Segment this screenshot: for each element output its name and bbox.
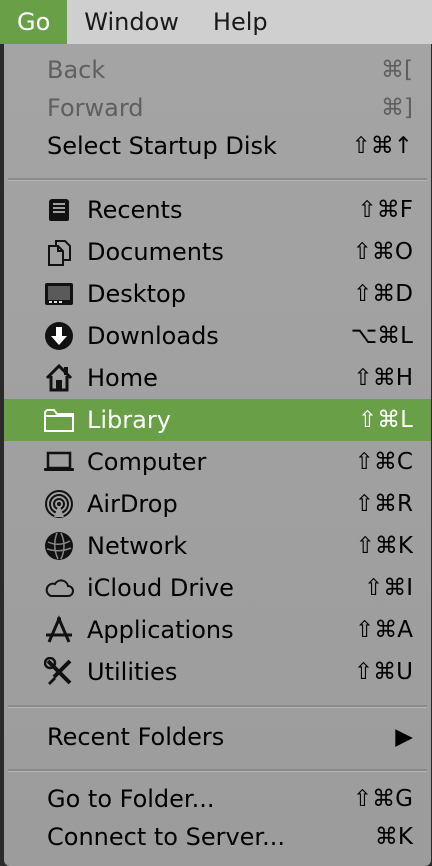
menu-item-label: iCloud Drive: [87, 574, 234, 602]
menubar-help[interactable]: Help: [196, 0, 285, 44]
menu-item-documents[interactable]: Documents ⇧⌘O: [4, 231, 431, 273]
menu-item-back[interactable]: Back ⌘[: [4, 49, 431, 91]
applications-icon: [42, 614, 76, 646]
menu-item-shortcut: ⇧⌘↑: [351, 133, 413, 159]
menubar-go[interactable]: Go: [0, 0, 68, 44]
menu-item-shortcut: ⇧⌘H: [353, 365, 413, 391]
computer-icon: [42, 446, 76, 478]
menu-item-icloud-drive[interactable]: iCloud Drive ⇧⌘I: [4, 567, 431, 609]
menu-item-label: Desktop: [87, 280, 186, 308]
menu-bar: Go Window Help: [0, 0, 432, 44]
menu-item-label: AirDrop: [87, 490, 178, 518]
menu-item-label: Recent Folders: [47, 723, 225, 751]
network-icon: [42, 530, 76, 562]
menu-item-shortcut: ⌥⌘L: [350, 323, 413, 349]
menu-item-shortcut: ⇧⌘O: [352, 239, 413, 265]
menu-item-shortcut: ⇧⌘A: [354, 617, 413, 643]
menubar-window[interactable]: Window: [67, 0, 196, 44]
menu-item-downloads[interactable]: Downloads ⌥⌘L: [4, 315, 431, 357]
menu-item-applications[interactable]: Applications ⇧⌘A: [4, 609, 431, 651]
menu-item-utilities[interactable]: Utilities ⇧⌘U: [4, 651, 431, 693]
menu-item-recents[interactable]: Recents ⇧⌘F: [4, 189, 431, 231]
utilities-icon: [42, 656, 76, 688]
menu-item-label: Back: [47, 56, 106, 84]
menu-item-shortcut: ⇧⌘F: [357, 197, 413, 223]
folder-icon: [42, 404, 76, 436]
menu-item-shortcut: ⌘]: [381, 95, 413, 121]
desktop-icon: [42, 278, 76, 310]
menu-item-label: Utilities: [87, 658, 178, 686]
menu-item-shortcut: ⇧⌘R: [354, 491, 413, 517]
menu-separator: [8, 769, 427, 772]
menu-item-label: Recents: [87, 196, 183, 224]
cloud-icon: [42, 572, 76, 604]
menu-item-forward[interactable]: Forward ⌘]: [4, 87, 431, 129]
menu-item-label: Downloads: [87, 322, 219, 350]
menu-item-shortcut: ⇧⌘U: [353, 659, 413, 685]
go-menu: Back ⌘[ Forward ⌘] Select Startup Disk ⇧…: [4, 44, 431, 866]
menu-item-label: Go to Folder...: [47, 785, 215, 813]
menu-item-shortcut: ⇧⌘K: [355, 533, 413, 559]
menu-item-shortcut: ⇧⌘D: [353, 281, 413, 307]
menu-item-select-startup-disk[interactable]: Select Startup Disk ⇧⌘↑: [4, 125, 431, 167]
airdrop-icon: [42, 488, 76, 520]
menu-item-shortcut: ⇧⌘G: [352, 786, 413, 812]
menu-item-home[interactable]: Home ⇧⌘H: [4, 357, 431, 399]
menu-item-shortcut: ⇧⌘L: [357, 407, 413, 433]
menu-item-label: Documents: [87, 238, 224, 266]
documents-icon: [42, 236, 76, 268]
menu-item-connect-to-server[interactable]: Connect to Server... ⌘K: [4, 816, 431, 858]
menu-item-label: Applications: [87, 616, 234, 644]
menu-item-label: Network: [87, 532, 188, 560]
menu-item-label: Select Startup Disk: [47, 132, 277, 160]
home-icon: [42, 362, 76, 394]
menu-item-shortcut: ⇧⌘I: [363, 575, 413, 601]
submenu-arrow-icon: ▶: [395, 724, 413, 750]
menu-separator: [8, 705, 427, 708]
menu-item-shortcut: ⇧⌘C: [354, 449, 413, 475]
menu-item-computer[interactable]: Computer ⇧⌘C: [4, 441, 431, 483]
menu-item-go-to-folder[interactable]: Go to Folder... ⇧⌘G: [4, 778, 431, 820]
menu-item-airdrop[interactable]: AirDrop ⇧⌘R: [4, 483, 431, 525]
menu-item-label: Connect to Server...: [47, 823, 285, 851]
menu-item-shortcut: ⌘K: [374, 824, 413, 850]
menu-item-library[interactable]: Library ⇧⌘L: [4, 399, 431, 441]
menu-item-recent-folders[interactable]: Recent Folders ▶: [4, 716, 431, 758]
downloads-icon: [42, 320, 76, 352]
recents-icon: [42, 194, 76, 226]
menu-item-label: Forward: [47, 94, 144, 122]
menu-item-desktop[interactable]: Desktop ⇧⌘D: [4, 273, 431, 315]
menu-item-label: Library: [87, 406, 171, 434]
menu-item-network[interactable]: Network ⇧⌘K: [4, 525, 431, 567]
menu-item-label: Computer: [87, 448, 207, 476]
menu-separator: [8, 178, 427, 181]
menu-item-shortcut: ⌘[: [381, 57, 413, 83]
menu-item-label: Home: [87, 364, 158, 392]
